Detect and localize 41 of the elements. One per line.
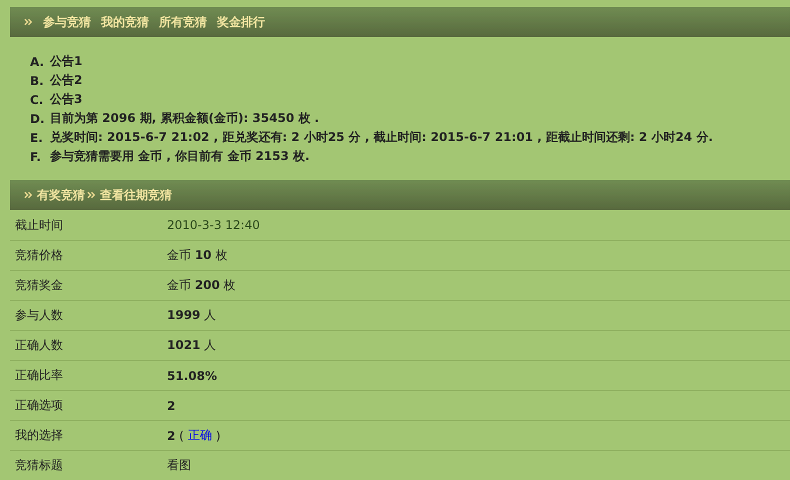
notice-text: 兑奖时间: 2015-6-7 21:02 , 距兑奖还有: 2 小时25 分 , 截止时间: 2015-6-7 21:01 , 距截止时间还剩: 2 小时24 分.	[50, 129, 713, 146]
field-label: 竞猜奖金	[14, 277, 64, 294]
field-label: 竞猜标题	[14, 457, 64, 474]
field-label: 截止时间	[14, 216, 64, 234]
double-chevron-icon	[87, 191, 96, 199]
field-label: 正确选项	[14, 397, 64, 414]
field-value: 2010-3-3 12:40	[167, 218, 260, 232]
list-marker: C.	[30, 92, 42, 106]
field-value: 1999 人	[167, 307, 216, 324]
nav-link[interactable]: 奖金排行	[217, 14, 265, 30]
list-marker: D.	[30, 112, 42, 126]
field-label: 正确比率	[14, 367, 64, 384]
field-label: 正确人数	[14, 337, 64, 354]
field-value: 金币 200 枚	[167, 277, 236, 294]
breadcrumb-text: 有奖竞猜	[37, 186, 85, 204]
field-value: 看图	[167, 457, 191, 474]
field-value: 2	[167, 398, 176, 412]
result-link[interactable]: 正确	[188, 427, 212, 444]
field-label: 参与人数	[14, 307, 64, 324]
notice-text: 公告3	[50, 91, 82, 108]
nav-link[interactable]: 参与竞猜	[43, 14, 91, 30]
double-chevron-icon	[24, 18, 33, 26]
field-value-suffix: )	[216, 428, 221, 442]
notice-text: 目前为第 2096 期, 累积金额(金币): 35450 枚 .	[50, 110, 320, 127]
notice-text: 公告2	[50, 72, 82, 89]
list-marker: B.	[30, 74, 42, 88]
double-chevron-icon	[24, 191, 33, 199]
field-label: 竞猜价格	[14, 247, 64, 264]
field-value: 1021 人	[167, 337, 216, 354]
breadcrumb-text: 查看往期竞猜	[100, 186, 172, 204]
list-marker: E.	[30, 130, 42, 144]
field-value: 51.08%	[167, 368, 217, 382]
notice-text: 公告1	[50, 53, 82, 70]
field-value: 金币 10 枚	[167, 247, 228, 264]
notice-text: 参与竞猜需要用 金币 , 你目前有 金币 2153 枚.	[50, 148, 310, 165]
nav-link[interactable]: 我的竞猜	[101, 14, 149, 30]
nav-link[interactable]: 所有竞猜	[159, 14, 207, 30]
field-value: 2 (	[167, 428, 184, 442]
list-marker: A.	[30, 54, 42, 68]
list-marker: F.	[30, 150, 42, 164]
field-label: 我的选择	[14, 427, 64, 444]
